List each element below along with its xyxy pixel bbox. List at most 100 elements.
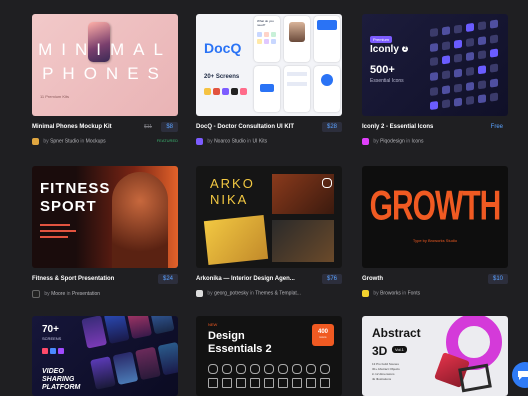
thumb-count: 70+	[42, 324, 59, 335]
product-thumbnail[interactable]: Abstract 3D Vol.1 13 Pro build Scenes 30+…	[362, 316, 508, 396]
product-thumbnail[interactable]: ARKO NIKA	[196, 166, 342, 268]
author-link[interactable]: Piqodesign	[380, 139, 405, 145]
price-button[interactable]: Free	[486, 122, 508, 132]
thumb-sub: Type by Broworks Studio	[412, 238, 458, 243]
thumb-line2: Essentials 2	[208, 343, 272, 355]
app-dots-row	[42, 348, 64, 354]
thumb-word: GROWTH	[369, 183, 502, 230]
product-meta: by Broworks in Fonts	[362, 290, 508, 300]
icon-grid-preview	[430, 19, 502, 113]
price-button[interactable]: $8	[161, 122, 178, 132]
author-link[interactable]: Moore	[51, 291, 65, 297]
product-thumbnail[interactable]: FITNESS SPORT	[32, 166, 178, 268]
product-meta: by Moore in Presentation	[32, 290, 178, 300]
product-card[interactable]: ARKO NIKA Arkonika — Interior Design Age…	[196, 166, 342, 302]
thumb-line1: Design	[208, 330, 245, 342]
phone-screen-1: What do you need?	[254, 16, 280, 62]
product-thumbnail[interactable]: GROWTH Type by Broworks Studio	[362, 166, 508, 268]
category-link[interactable]: UI Kits	[252, 139, 267, 145]
category-link[interactable]: Icons	[412, 139, 424, 145]
product-card[interactable]: Premium Iconly 2 500+ Essential Icons Ic…	[362, 14, 508, 150]
phone-screen-6	[314, 66, 340, 112]
author-link[interactable]: Broworks	[380, 291, 401, 297]
thumb-line1: MINIMAL	[38, 40, 172, 59]
product-title[interactable]: DocQ - Doctor Consultation UI KIT	[196, 122, 294, 132]
author-avatar[interactable]	[362, 138, 369, 145]
product-card[interactable]: FITNESS SPORT Fitness & Sport Presentati…	[32, 166, 178, 302]
phone-screen-2	[284, 16, 310, 62]
thumb-line2: 3D	[372, 344, 388, 358]
phone-screen-5	[284, 66, 310, 112]
thumb-tag: Premium	[370, 36, 393, 43]
author-avatar[interactable]	[32, 138, 39, 145]
thumb-line2: SPORT	[40, 198, 97, 215]
product-title[interactable]: Iconly 2 - Essential Icons	[362, 122, 433, 132]
icon-grid-preview	[208, 364, 332, 388]
thumb-line2: PHONES	[42, 64, 168, 83]
product-meta: by Piqodesign in Icons	[362, 138, 508, 148]
product-card[interactable]: DocQ 20+ Screens What do you need? DocQ …	[196, 14, 342, 150]
chat-bubble-icon	[518, 371, 528, 380]
product-card[interactable]: NEW Design Essentials 2 400 icons	[196, 316, 342, 396]
phone-screen-3	[314, 16, 340, 62]
thumb-brand: Iconly 2	[370, 44, 409, 55]
product-meta: by Spner Studio in Mockups FEATURED	[32, 138, 178, 148]
author-avatar[interactable]	[32, 290, 40, 298]
author-avatar[interactable]	[196, 290, 203, 297]
category-link[interactable]: Mockups	[86, 139, 106, 145]
icon-count-badge: 400 icons	[312, 324, 334, 346]
product-title[interactable]: Arkonika — Interior Design Agen...	[196, 274, 295, 284]
abstract-frame-shape	[458, 363, 492, 393]
price-button[interactable]: $76	[321, 274, 342, 284]
product-meta: by georg_potresky in Themes & Templat...	[196, 290, 342, 300]
thumb-sub: Essential Icons	[370, 78, 404, 84]
thumb-line1: VIDEO	[42, 368, 64, 375]
thumb-line1: Abstract	[372, 326, 421, 340]
athlete-image	[112, 172, 168, 268]
interior-image-2	[203, 214, 269, 266]
product-title[interactable]: Minimal Phones Mockup Kit	[32, 122, 112, 132]
thumb-caption: 11 Premium Kits	[40, 94, 70, 99]
product-thumbnail[interactable]: DocQ 20+ Screens What do you need?	[196, 14, 342, 116]
interior-image-3	[272, 220, 334, 262]
thumb-brand: DocQ	[204, 40, 242, 56]
author-avatar[interactable]	[196, 138, 203, 145]
version-badge: Vol.1	[392, 346, 407, 353]
product-title[interactable]: Fitness & Sport Presentation	[32, 274, 114, 284]
product-thumbnail[interactable]: Premium Iconly 2 500+ Essential Icons	[362, 14, 508, 116]
product-thumbnail[interactable]: 70+ SCREENS VIDEO SHARING PLATFORM	[32, 316, 178, 396]
product-card[interactable]: GROWTH Type by Broworks Studio Growth $1…	[362, 166, 508, 302]
toggle-dot	[322, 178, 332, 188]
product-meta: by Noarco Studio in UI Kits	[196, 138, 342, 148]
product-card[interactable]: Abstract 3D Vol.1 13 Pro build Scenes 30+…	[362, 316, 508, 396]
author-link[interactable]: georg_potresky	[214, 291, 248, 297]
thumb-screens: SCREENS	[42, 336, 62, 341]
thumb-screens: 20+ Screens	[204, 74, 240, 80]
author-link[interactable]: Noarco Studio	[214, 139, 246, 145]
product-title[interactable]: Growth	[362, 274, 383, 284]
bullet-list	[40, 224, 80, 238]
product-thumbnail[interactable]: NEW Design Essentials 2 400 icons	[196, 316, 342, 396]
thumb-line2: SHARING	[42, 376, 75, 383]
thumb-count: 500+	[370, 64, 395, 76]
thumb-line2: NIKA	[210, 192, 249, 207]
thumb-line1: FITNESS	[40, 180, 111, 197]
feature-list: 13 Pro build Scenes 30+ Abstract Objects i…	[372, 362, 400, 381]
category-link[interactable]: Themes & Templat...	[255, 291, 301, 297]
category-link[interactable]: Presentation	[72, 291, 100, 297]
new-tag: NEW	[208, 322, 218, 327]
price-button[interactable]: $10	[487, 274, 508, 284]
featured-badge: FEATURED	[156, 138, 178, 143]
phone-screens-preview	[81, 316, 178, 396]
product-thumbnail[interactable]: MINIMAL PHONES 11 Premium Kits	[32, 14, 178, 116]
thumb-line1: ARKO	[210, 176, 255, 191]
product-card[interactable]: 70+ SCREENS VIDEO SHARING PLATFORM	[32, 316, 178, 396]
product-card[interactable]: MINIMAL PHONES 11 Premium Kits Minimal P…	[32, 14, 178, 150]
chat-support-button[interactable]	[512, 362, 528, 388]
price-button[interactable]: $28	[321, 122, 342, 132]
author-avatar[interactable]	[362, 290, 369, 297]
category-link[interactable]: Fonts	[408, 291, 421, 297]
thumb-line3: PLATFORM	[42, 384, 81, 391]
author-link[interactable]: Spner Studio	[50, 139, 79, 145]
price-button[interactable]: $24	[157, 274, 178, 284]
